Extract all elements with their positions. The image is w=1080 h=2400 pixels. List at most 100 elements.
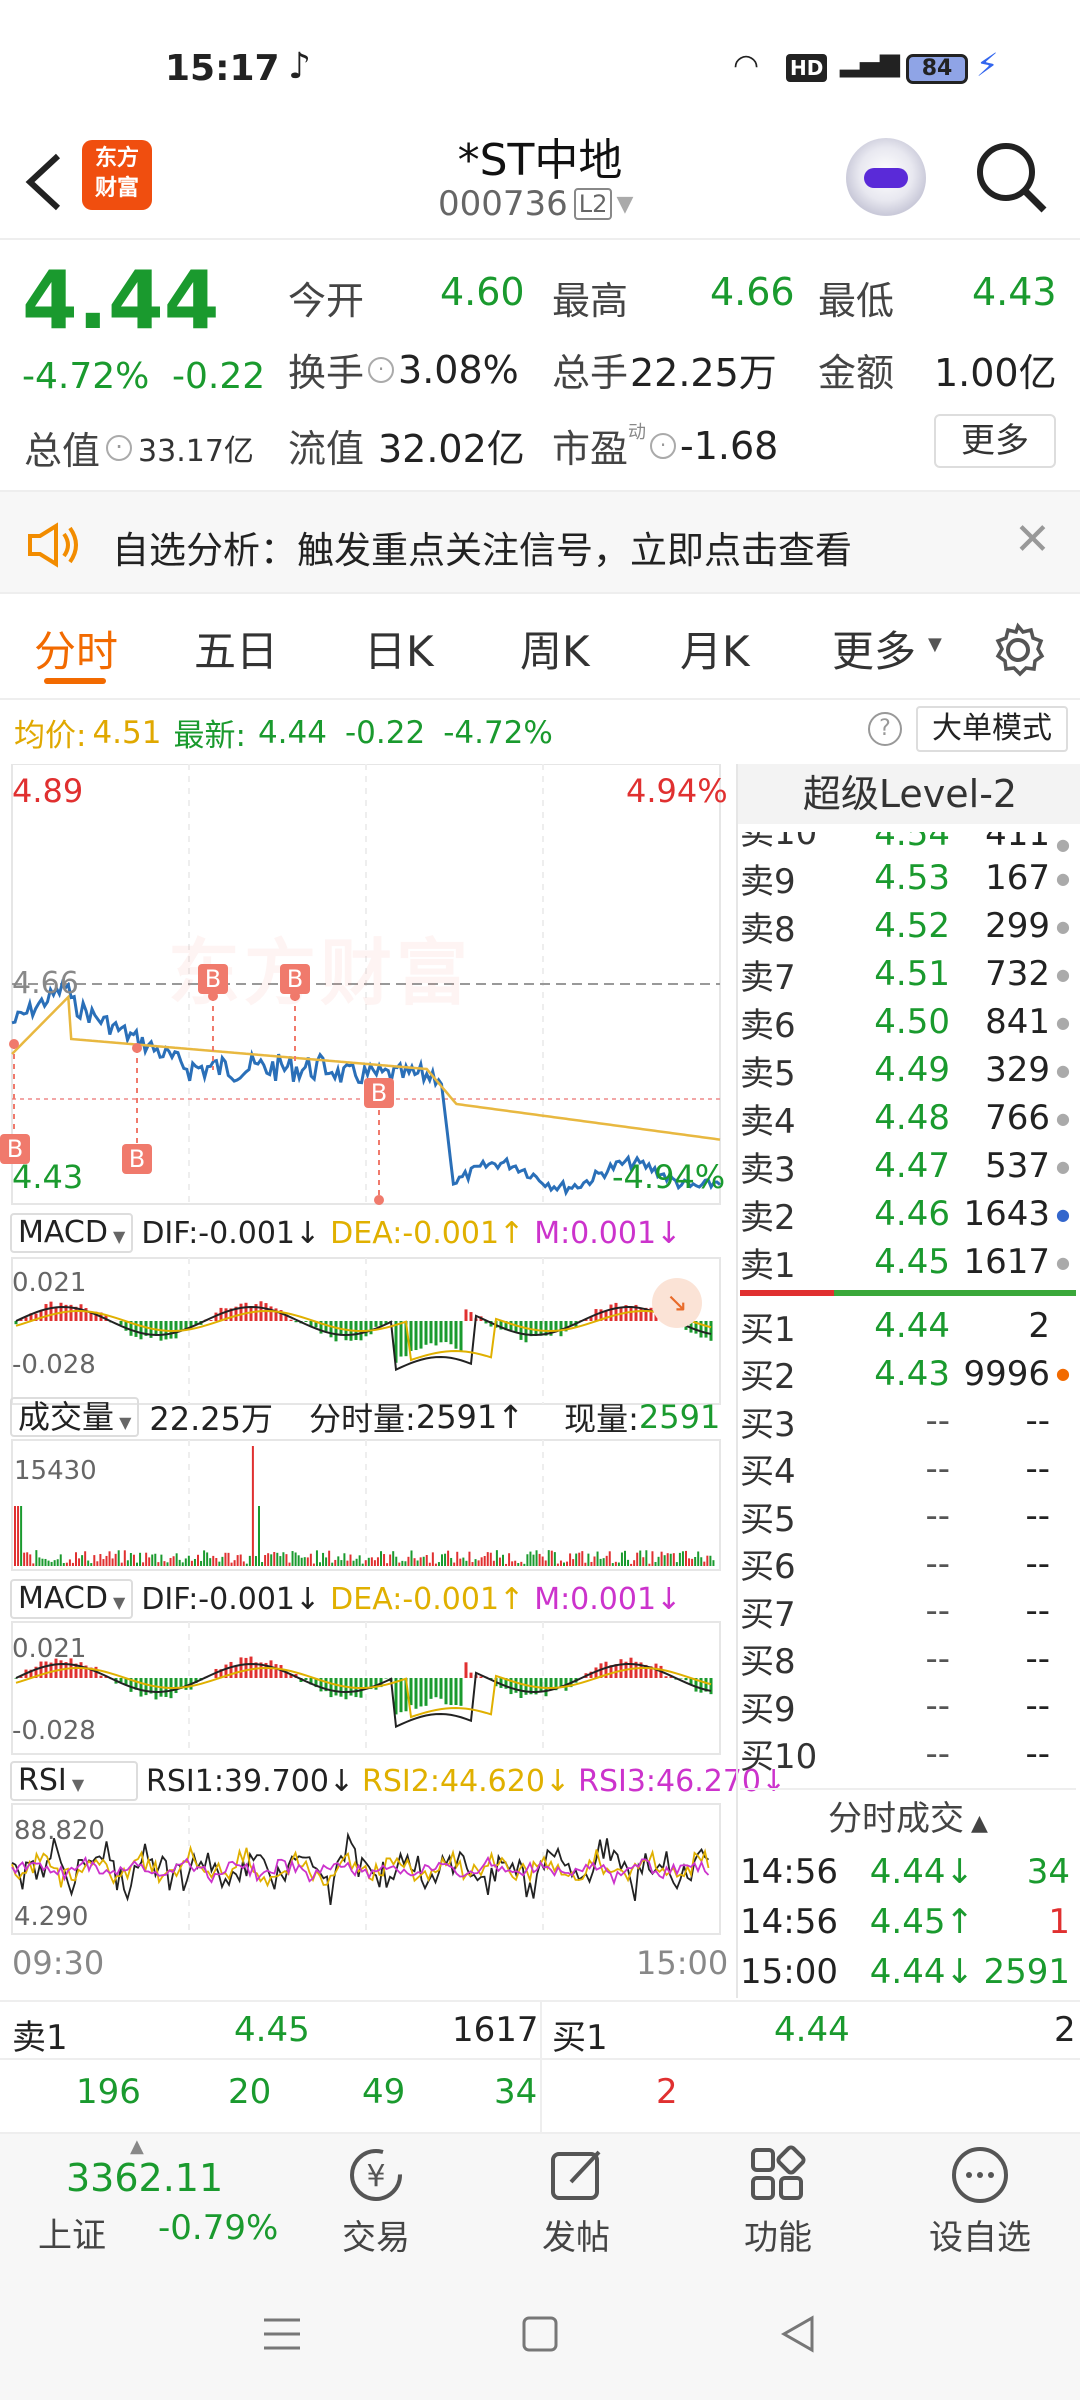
ask-price: 4.49 (874, 1050, 950, 1090)
ask-label: 卖1 (740, 1245, 796, 1286)
ask-label: 卖4 (740, 1101, 796, 1142)
macd-selector[interactable]: MACD ▼ (10, 1213, 134, 1253)
chevron-down-icon: ▼ (616, 191, 634, 217)
dot-icon: ● (1050, 1507, 1070, 1526)
orderbook-title[interactable]: 超级Level-2 (738, 764, 1080, 824)
function-button[interactable]: 功能 (728, 2144, 828, 2259)
bid-row[interactable]: 买4----● (740, 1445, 1080, 1493)
tab-more[interactable]: 更多 (832, 618, 916, 679)
volume-max-label: 15430 (14, 1456, 97, 1486)
bid-volume: -- (1025, 1638, 1050, 1679)
index-widget[interactable]: ▲ 3362.11 上证 -0.79% (0, 2134, 290, 2268)
amount-value: 1.00亿 (934, 351, 1057, 395)
float-value: 32.02亿 (378, 427, 525, 471)
bid-price: 4.43 (874, 1353, 950, 1394)
tab-weekly[interactable]: 周K (520, 618, 590, 679)
level1-strip: 卖1 4.45 1617 买1 4.44 2 196 20 49 34 2 (0, 2000, 1080, 2136)
bid-label: 买2 (740, 1357, 796, 1397)
info-icon[interactable]: · (106, 434, 133, 461)
search-icon[interactable] (974, 140, 1050, 216)
trade-button[interactable]: ¥ 交易 (326, 2144, 426, 2259)
chart-area[interactable]: 4.89 4.94% 4.66 4.43 -4.94% 东方财富 B B B B… (0, 764, 786, 1998)
bottom-nav: ▲ 3362.11 上证 -0.79% ¥ 交易 发帖 功能 设自选 (0, 2134, 1080, 2268)
bid-row[interactable]: 买7----● (740, 1587, 1080, 1635)
trades-header[interactable]: 分时成交 ▲ (740, 1788, 1076, 1846)
tab-intraday[interactable]: 分时 (34, 618, 118, 679)
buy-marker[interactable]: B (364, 1078, 394, 1108)
bid-row[interactable]: 买9----● (740, 1682, 1080, 1730)
robot-avatar-icon[interactable] (846, 138, 926, 218)
big-order-mode-button[interactable]: 大单模式 (916, 706, 1068, 752)
system-nav-bar (0, 2268, 1080, 2400)
trend-indicator-icon[interactable]: ↘ (652, 1278, 702, 1328)
bid-row[interactable]: 买2 4.43 9996 ● (740, 1350, 1080, 1398)
help-icon[interactable]: ? (868, 712, 902, 746)
dot-icon: ● (1056, 1108, 1070, 1128)
ask-row[interactable]: 卖6 4.50 841 ● (740, 998, 1080, 1046)
macd-header: MACD ▼ DIF:-0.001 ↓ DEA:-0.001 ↑ M:0.001… (10, 1212, 681, 1254)
ask-row[interactable]: 卖2 4.46 1643 ● (740, 1190, 1080, 1238)
back-icon[interactable] (22, 150, 66, 214)
macd2-bottom-label: -0.028 (12, 1716, 96, 1746)
info-icon[interactable]: · (650, 432, 677, 459)
bid-price: -- (925, 1638, 950, 1679)
bid-row[interactable]: 买8----● (740, 1635, 1080, 1683)
pct-low-label: -4.94% (612, 1158, 726, 1196)
ask-row[interactable]: 卖5 4.49 329 ● (740, 1046, 1080, 1094)
bid-row[interactable]: 买5----● (740, 1492, 1080, 1540)
tab-daily[interactable]: 日K (364, 618, 434, 679)
bid-volume: -- (1025, 1543, 1050, 1584)
index-value: 3362.11 (66, 2156, 224, 2200)
ask-row[interactable]: 卖1 4.45 1617 ● (740, 1238, 1080, 1286)
bid-row[interactable]: 买6----● (740, 1540, 1080, 1588)
stock-code-row[interactable]: 000736 L2 ▼ (438, 184, 633, 224)
menu-icon[interactable] (262, 2314, 302, 2354)
macd2-selector[interactable]: MACD ▼ (10, 1579, 134, 1619)
dot-icon: ● (1056, 1364, 1070, 1383)
info-icon[interactable]: · (368, 356, 395, 383)
ask-row[interactable]: 卖10 4.54 411 ● (740, 832, 1080, 854)
bid-volume: -- (1025, 1591, 1050, 1631)
gear-icon[interactable] (990, 622, 1046, 678)
edit-icon (551, 2150, 601, 2200)
notice-bar[interactable]: 自选分析：触发重点关注信号，立即点击查看 ✕ (0, 490, 1080, 594)
more-button[interactable]: 更多 (934, 414, 1056, 468)
tab-5day[interactable]: 五日 (194, 618, 278, 679)
ref-line-label: 4.66 (12, 966, 79, 1001)
ask-row[interactable]: 卖9 4.53 167 ● (740, 854, 1080, 902)
ask-row[interactable]: 卖3 4.47 537 ● (740, 1142, 1080, 1190)
trade-row: 14:56 4.45↑ 1 (740, 1898, 1080, 1946)
low-value: 4.43 (972, 270, 1057, 314)
ask-row[interactable]: 卖4 4.48 766 ● (740, 1094, 1080, 1142)
trade-time: 14:56 (740, 1852, 838, 1892)
ask-row[interactable]: 卖8 4.52 299 ● (740, 902, 1080, 950)
close-icon[interactable]: ✕ (1014, 514, 1051, 565)
bid-price: -- (925, 1401, 950, 1441)
post-button[interactable]: 发帖 (526, 2144, 626, 2259)
home-icon[interactable] (520, 2314, 560, 2354)
add-watchlist-button[interactable]: 设自选 (910, 2144, 1050, 2259)
volume-selector[interactable]: 成交量 ▼ (10, 1397, 140, 1437)
ask-row[interactable]: 卖7 4.51 732 ● (740, 950, 1080, 998)
buy-marker[interactable]: B (0, 1134, 30, 1164)
ask-price: 4.46 (874, 1194, 950, 1234)
chart-tabs: 分时 五日 日K 周K 月K 更多 ▼ (0, 596, 1080, 700)
buy-queue-item: 2 (656, 2072, 678, 2112)
svg-text:¥: ¥ (366, 2159, 385, 2194)
bid-label: 买7 (740, 1594, 796, 1635)
bid-label: 买4 (740, 1452, 796, 1492)
buy-marker[interactable]: B (122, 1144, 152, 1174)
bid-volume: 2 (1028, 1306, 1050, 1346)
buy-marker[interactable]: B (280, 964, 310, 994)
ask-volume: 411 (985, 832, 1050, 854)
bid-row[interactable]: 买1 4.44 2● (740, 1302, 1080, 1350)
bid-row[interactable]: 买10----● (740, 1730, 1080, 1778)
ask-price: 4.53 (874, 858, 950, 898)
bid-row[interactable]: 买3----● (740, 1397, 1080, 1445)
back-nav-icon[interactable] (778, 2314, 818, 2354)
buy-marker[interactable]: B (198, 964, 228, 994)
pct-high-label: 4.94% (626, 772, 728, 810)
tab-monthly[interactable]: 月K (680, 618, 750, 679)
rsi-selector[interactable]: RSI ▼ (10, 1761, 138, 1801)
dot-icon: ● (1056, 964, 1070, 984)
